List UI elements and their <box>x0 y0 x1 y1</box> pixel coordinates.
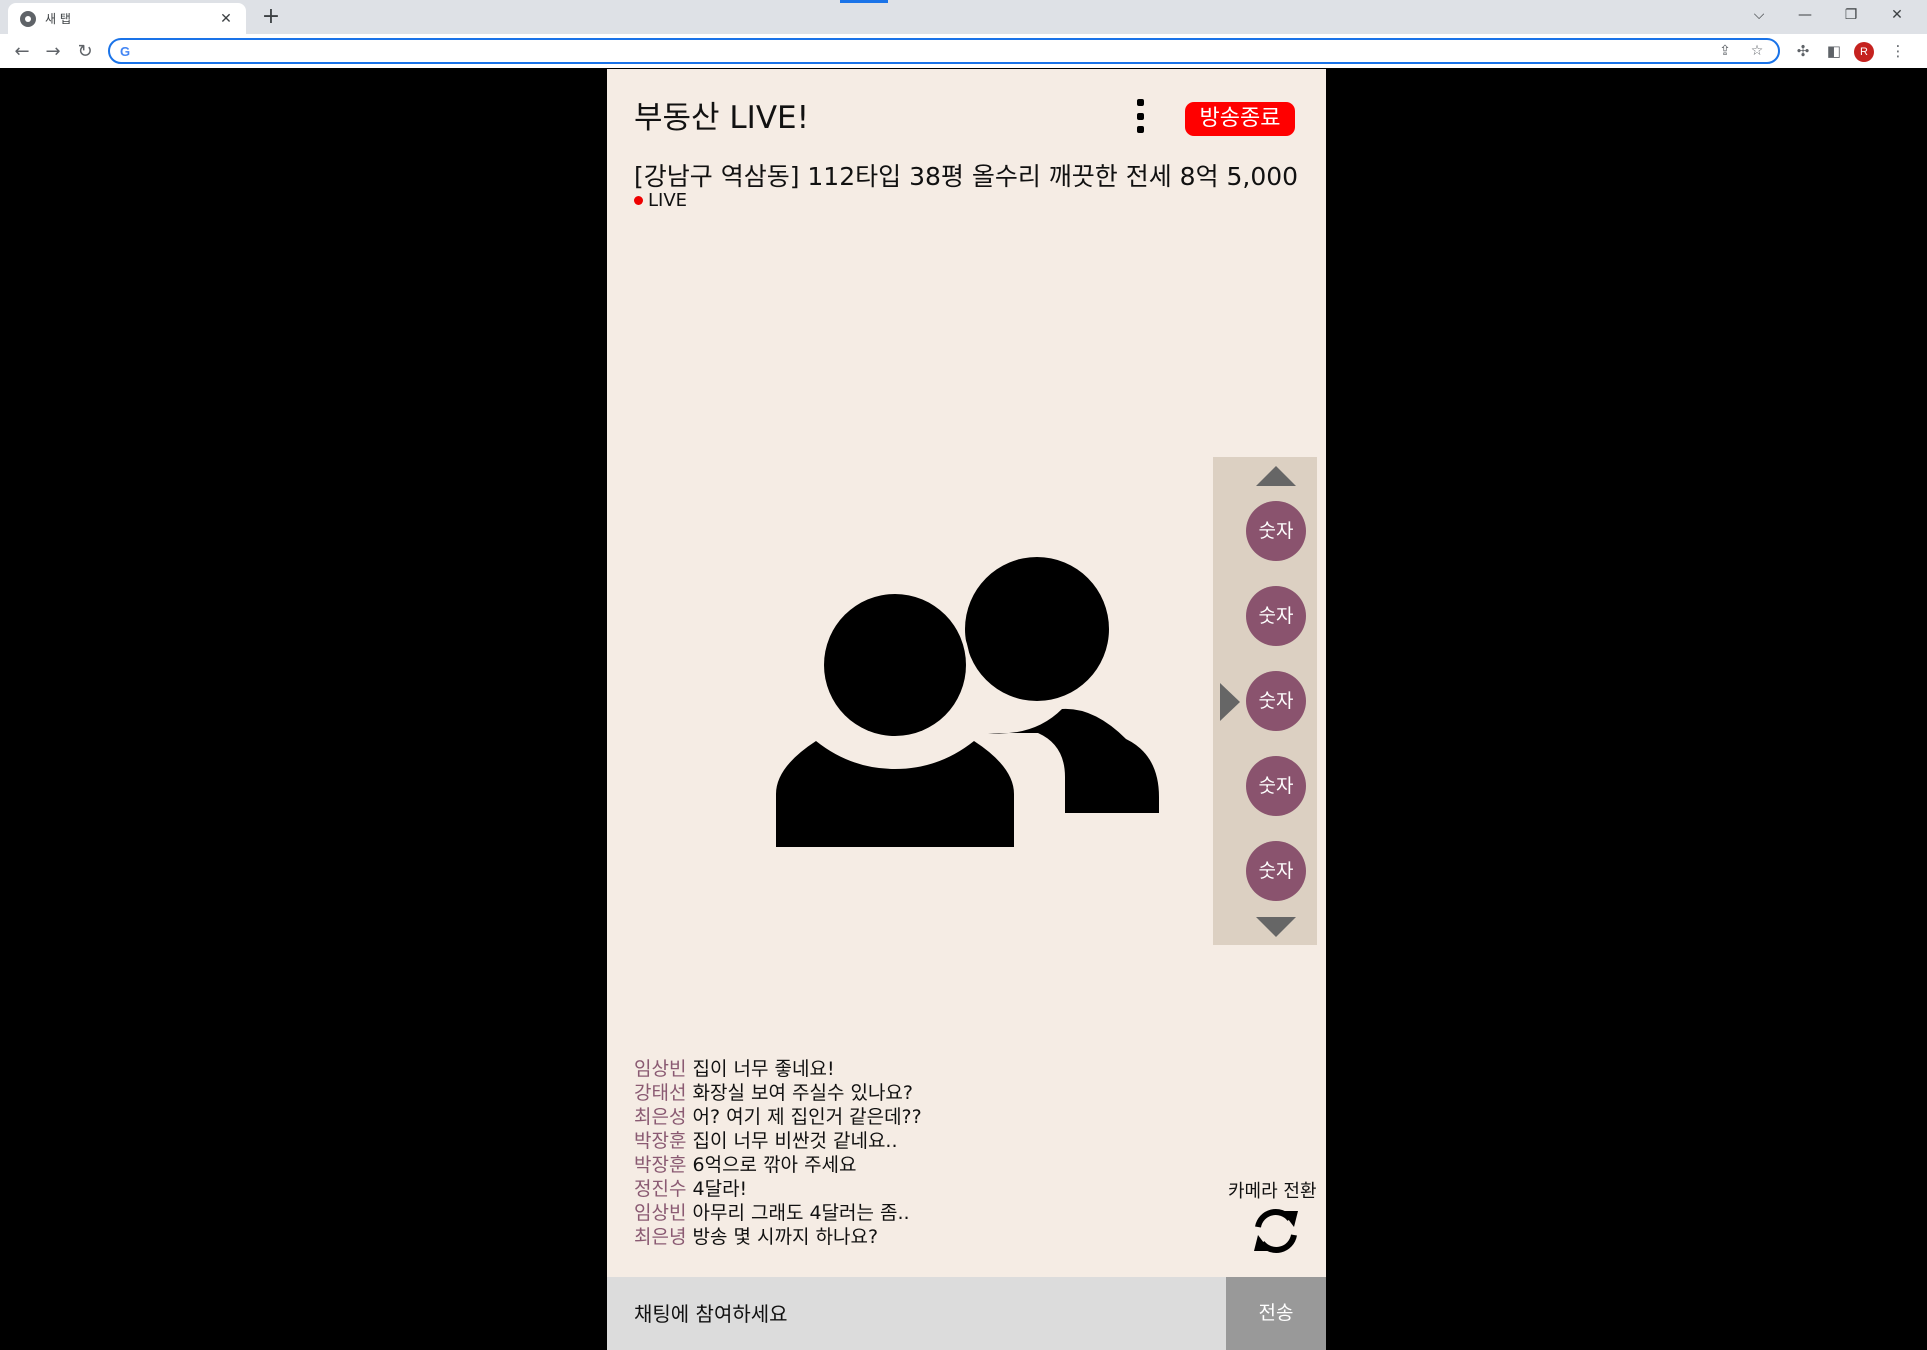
live-badge: LIVE <box>634 190 687 211</box>
tab-search-icon[interactable]: ⌵ <box>1736 0 1782 30</box>
chat-text: 어? 여기 제 집인거 같은데?? <box>692 1106 922 1128</box>
reload-button[interactable]: ↻ <box>72 38 98 64</box>
chat-message: 박장훈 6억으로 깎아 주세요 <box>634 1153 922 1177</box>
menu-kebab-icon[interactable]: ⋮ <box>1885 38 1911 64</box>
app-title: 부동산 LIVE! <box>634 100 810 136</box>
chat-username: 최은성 <box>634 1106 687 1128</box>
chat-input[interactable] <box>607 1277 1225 1350</box>
tab-title: 새 탭 <box>45 12 71 26</box>
chat-username: 강태선 <box>634 1082 687 1104</box>
bookmark-star-icon[interactable]: ☆ <box>1746 43 1768 59</box>
users-placeholder-icon <box>776 557 1159 847</box>
profile-avatar[interactable]: R <box>1854 42 1874 62</box>
browser-tab[interactable]: 새 탭 ✕ <box>8 3 246 34</box>
scroll-down-arrow-icon[interactable] <box>1256 917 1296 937</box>
chat-text: 아무리 그래도 4달러는 좀.. <box>692 1202 910 1224</box>
chat-username: 임상빈 <box>634 1202 687 1224</box>
more-options-icon[interactable] <box>1134 99 1146 133</box>
chat-log: 임상빈 집이 너무 좋네요! 강태선 화장실 보여 주실수 있나요? 최은성 어… <box>634 1057 922 1249</box>
close-window-button[interactable]: ✕ <box>1874 0 1920 30</box>
number-button[interactable]: 숫자 <box>1246 586 1306 646</box>
live-label: LIVE <box>648 190 688 211</box>
chat-text: 6억으로 깎아 주세요 <box>692 1154 857 1176</box>
chat-message: 강태선 화장실 보여 주실수 있나요? <box>634 1081 922 1105</box>
chat-text: 집이 너무 좋네요! <box>692 1058 835 1080</box>
chrome-icon <box>20 10 36 27</box>
chat-username: 박장훈 <box>634 1130 687 1152</box>
chat-username: 임상빈 <box>634 1058 687 1080</box>
chat-input-bar: 전송 <box>607 1277 1326 1350</box>
minimize-button[interactable]: — <box>1782 0 1828 30</box>
chat-message: 임상빈 아무리 그래도 4달러는 좀.. <box>634 1201 922 1225</box>
tab-strip-indicator <box>840 0 888 3</box>
extensions-icon[interactable]: ✣ <box>1790 38 1816 64</box>
live-broadcast-app: 부동산 LIVE! 방송종료 [강남구 역삼동] 112타입 38평 올수리 깨… <box>607 69 1326 1350</box>
scroll-up-arrow-icon[interactable] <box>1256 466 1296 486</box>
chat-message: 최은성 어? 여기 제 집인거 같은데?? <box>634 1105 922 1129</box>
chat-text: 화장실 보여 주실수 있나요? <box>692 1082 913 1104</box>
share-icon[interactable]: ⇪ <box>1714 43 1736 59</box>
number-selector-panel: 숫자 숫자 숫자 숫자 숫자 <box>1213 457 1317 945</box>
page-viewport: 부동산 LIVE! 방송종료 [강남구 역삼동] 112타입 38평 올수리 깨… <box>7 69 1927 1350</box>
forward-button[interactable]: → <box>40 38 66 64</box>
number-button[interactable]: 숫자 <box>1246 671 1306 731</box>
chat-username: 최은녕 <box>634 1226 687 1248</box>
browser-tab-strip: 새 탭 ✕ + ⌵ — ❐ ✕ <box>0 0 1927 34</box>
new-tab-button[interactable]: + <box>258 4 284 30</box>
chat-username: 정진수 <box>634 1178 687 1200</box>
send-button[interactable]: 전송 <box>1226 1277 1326 1350</box>
browser-toolbar: ← → ↻ G ⇪ ☆ ✣ ◧ R ⋮ <box>0 34 1927 68</box>
chat-text: 집이 너무 비싼것 같네요.. <box>692 1130 898 1152</box>
listing-title: [강남구 역삼동] 112타입 38평 올수리 깨끗한 전세 8억 5,000 <box>634 162 1299 191</box>
tab-close-icon[interactable]: ✕ <box>216 11 236 27</box>
chat-text: 4달라! <box>692 1178 748 1200</box>
selection-pointer-icon <box>1220 683 1240 721</box>
chat-message: 박장훈 집이 너무 비싼것 같네요.. <box>634 1129 922 1153</box>
chat-message: 임상빈 집이 너무 좋네요! <box>634 1057 922 1081</box>
chat-message: 정진수 4달라! <box>634 1177 922 1201</box>
back-button[interactable]: ← <box>9 38 35 64</box>
camera-switch-label: 카메라 전환 <box>1228 1181 1317 1202</box>
number-button[interactable]: 숫자 <box>1246 501 1306 561</box>
camera-switch-button[interactable]: 카메라 전환 <box>1228 1177 1326 1257</box>
address-bar[interactable]: G ⇪ ☆ <box>108 38 1780 64</box>
live-dot-icon <box>634 196 643 205</box>
camera-switch-icon <box>1254 1209 1298 1253</box>
restore-button[interactable]: ❐ <box>1828 0 1874 30</box>
chat-username: 박장훈 <box>634 1154 687 1176</box>
chat-message: 최은녕 방송 몇 시까지 하나요? <box>634 1225 922 1249</box>
chat-text: 방송 몇 시까지 하나요? <box>692 1226 879 1248</box>
google-icon: G <box>120 43 131 59</box>
end-broadcast-button[interactable]: 방송종료 <box>1185 102 1295 136</box>
number-button[interactable]: 숫자 <box>1246 841 1306 901</box>
side-panel-icon[interactable]: ◧ <box>1821 38 1847 64</box>
address-input[interactable] <box>138 42 1704 60</box>
number-button[interactable]: 숫자 <box>1246 756 1306 816</box>
